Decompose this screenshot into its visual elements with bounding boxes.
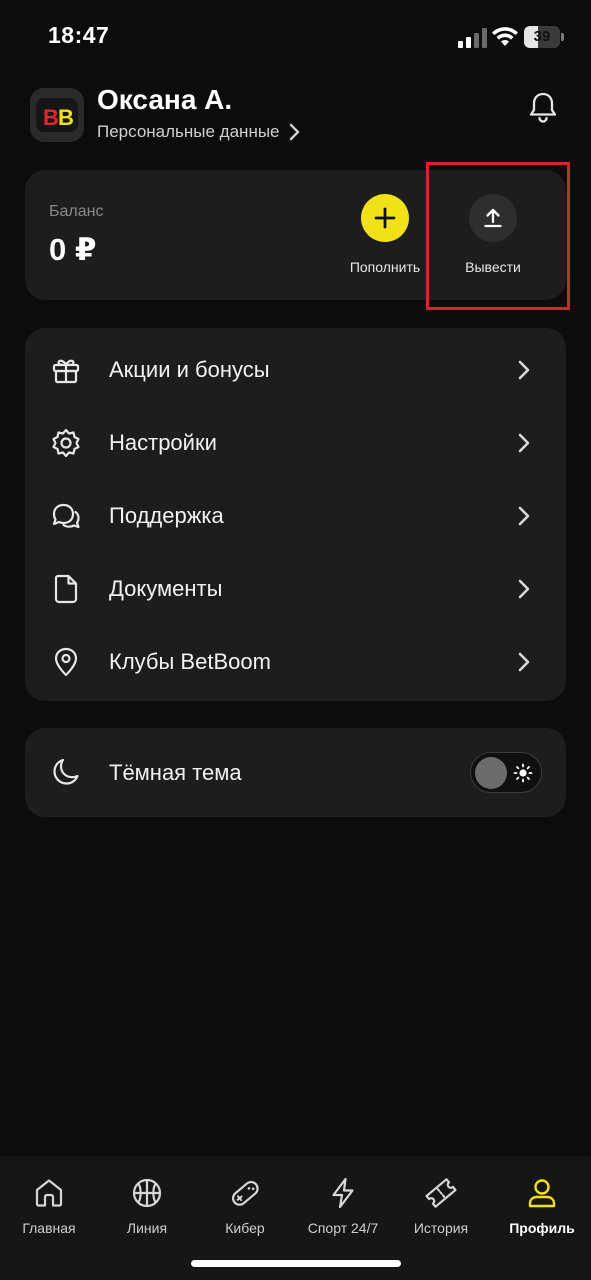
- wifi-icon: [492, 27, 518, 46]
- nav-label: Кибер: [225, 1220, 265, 1236]
- home-icon: [35, 1179, 63, 1207]
- menu-item-label: Акции и бонусы: [109, 357, 270, 382]
- battery-icon: 39: [524, 26, 564, 48]
- chevron-right-icon: [518, 433, 530, 453]
- topup-label: Пополнить: [349, 259, 421, 275]
- highlight-annotation-box: [426, 162, 570, 310]
- battery-level: 39: [533, 28, 551, 45]
- menu-item-label: Настройки: [109, 430, 217, 455]
- chat-icon: [52, 503, 80, 529]
- menu-card: Акции и бонусы Настройки Поддержка Докум…: [25, 328, 566, 701]
- personal-data-link[interactable]: Персональные данные: [97, 122, 300, 142]
- betboom-logo-icon: B B: [30, 88, 84, 142]
- plus-icon: [361, 194, 409, 242]
- svg-text:B: B: [58, 105, 74, 130]
- basketball-icon: [132, 1178, 162, 1208]
- menu-item-label: Документы: [109, 576, 223, 601]
- location-pin-icon: [54, 647, 78, 677]
- dark-theme-label: Тёмная тема: [109, 760, 242, 785]
- user-name: Оксана А.: [97, 84, 233, 115]
- profile-screen: 18:47 39 B B Оксана А. Персональные данн…: [0, 0, 591, 1280]
- svg-text:B: B: [43, 105, 59, 130]
- dark-theme-toggle[interactable]: [470, 752, 542, 793]
- balance-label: Баланс: [49, 203, 104, 220]
- sun-icon: [513, 763, 533, 783]
- nav-sport-24-7[interactable]: Спорт 24/7: [294, 1176, 392, 1236]
- nav-label: Главная: [22, 1220, 76, 1236]
- user-icon: [528, 1179, 556, 1208]
- menu-item-documents[interactable]: Документы: [25, 552, 566, 625]
- ticket-icon: [425, 1178, 457, 1208]
- chevron-right-icon: [518, 579, 530, 599]
- nav-profile[interactable]: Профиль: [493, 1176, 591, 1236]
- topup-button[interactable]: Пополнить: [335, 194, 435, 275]
- menu-item-settings[interactable]: Настройки: [25, 406, 566, 479]
- nav-home[interactable]: Главная: [0, 1176, 98, 1236]
- status-time: 18:47: [48, 22, 110, 48]
- menu-item-label: Поддержка: [109, 503, 224, 528]
- menu-item-label: Клубы BetBoom: [109, 649, 271, 674]
- chevron-right-icon: [518, 360, 530, 380]
- avatar[interactable]: B B: [30, 88, 84, 142]
- chevron-right-icon: [518, 652, 530, 672]
- nav-label: Спорт 24/7: [307, 1220, 379, 1236]
- gamepad-icon: [231, 1180, 259, 1206]
- nav-label: Профиль: [509, 1220, 575, 1236]
- nav-label: История: [413, 1220, 469, 1236]
- document-icon: [54, 574, 78, 604]
- status-bar: 18:47 39: [0, 0, 591, 76]
- nav-history[interactable]: История: [392, 1176, 490, 1236]
- menu-item-clubs[interactable]: Клубы BetBoom: [25, 625, 566, 698]
- chevron-right-icon: [518, 506, 530, 526]
- balance-value: 0 ₽: [49, 232, 97, 267]
- theme-card: Тёмная тема: [25, 728, 566, 817]
- personal-data-label: Персональные данные: [97, 122, 280, 141]
- menu-item-support[interactable]: Поддержка: [25, 479, 566, 552]
- cellular-signal-icon: [458, 28, 487, 48]
- nav-label: Линия: [126, 1220, 168, 1236]
- nav-line[interactable]: Линия: [98, 1176, 196, 1236]
- bell-icon[interactable]: [526, 90, 560, 124]
- lightning-icon: [332, 1177, 354, 1209]
- home-indicator: [191, 1260, 401, 1267]
- nav-cyber[interactable]: Кибер: [196, 1176, 294, 1236]
- gear-icon: [52, 428, 80, 458]
- gift-icon: [52, 359, 80, 384]
- moon-icon: [53, 758, 79, 785]
- chevron-right-icon: [289, 123, 299, 141]
- menu-item-promotions[interactable]: Акции и бонусы: [25, 333, 566, 406]
- toggle-knob: [475, 757, 507, 789]
